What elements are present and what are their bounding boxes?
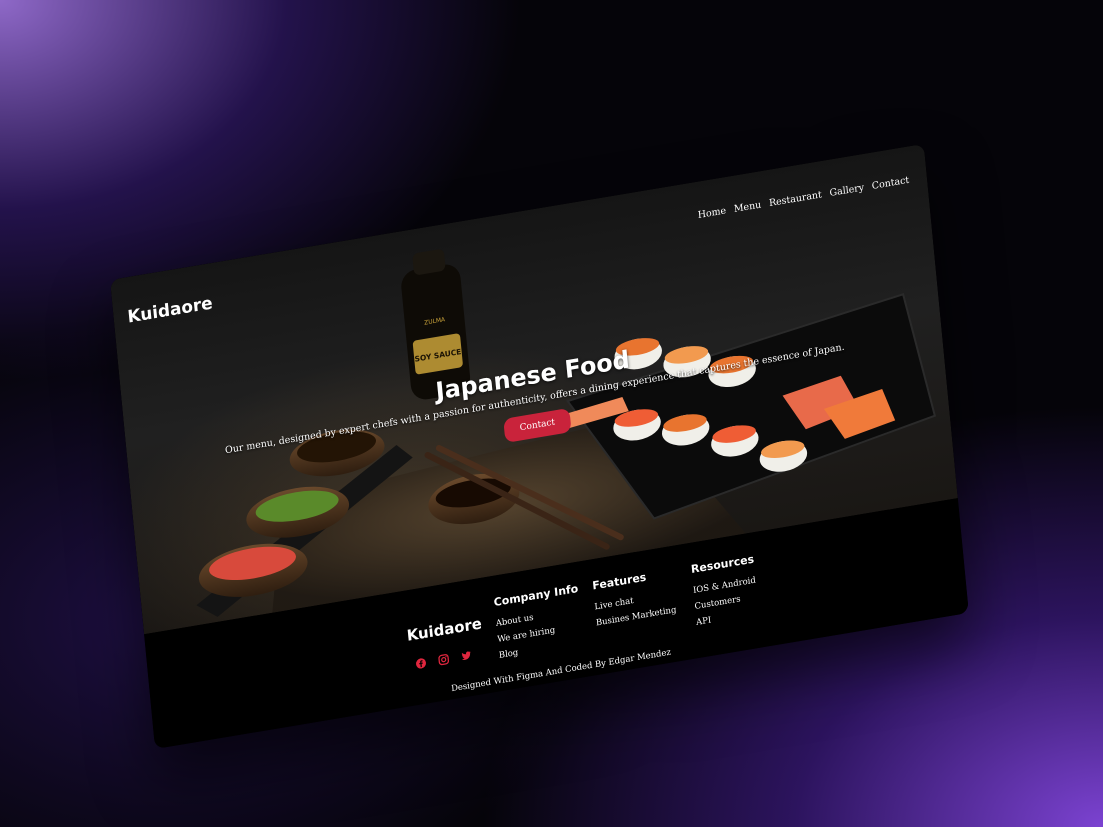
website-mockup: SOY SAUCE ZULMA Kuidaore Home Menu Resta… <box>110 143 969 749</box>
footer-col-resources: Resources IOS & Android Customers API <box>690 553 760 634</box>
facebook-icon[interactable] <box>415 653 427 669</box>
footer-col-features: Features Live chat Busines Marketing <box>592 566 678 634</box>
footer-logo[interactable]: Kuidaore <box>406 614 483 644</box>
twitter-icon[interactable] <box>460 645 472 660</box>
social-links <box>415 643 485 669</box>
footer-col-title: Resources <box>690 552 755 577</box>
footer-brand: Kuidaore <box>406 614 485 669</box>
footer-col-title: Company Info <box>493 581 579 610</box>
instagram-icon[interactable] <box>437 649 450 666</box>
footer-link-api[interactable]: API <box>696 607 760 627</box>
footer-col-company: Company Info About us We are hiring Blog <box>493 582 584 667</box>
footer-col-title: Features <box>591 570 647 593</box>
